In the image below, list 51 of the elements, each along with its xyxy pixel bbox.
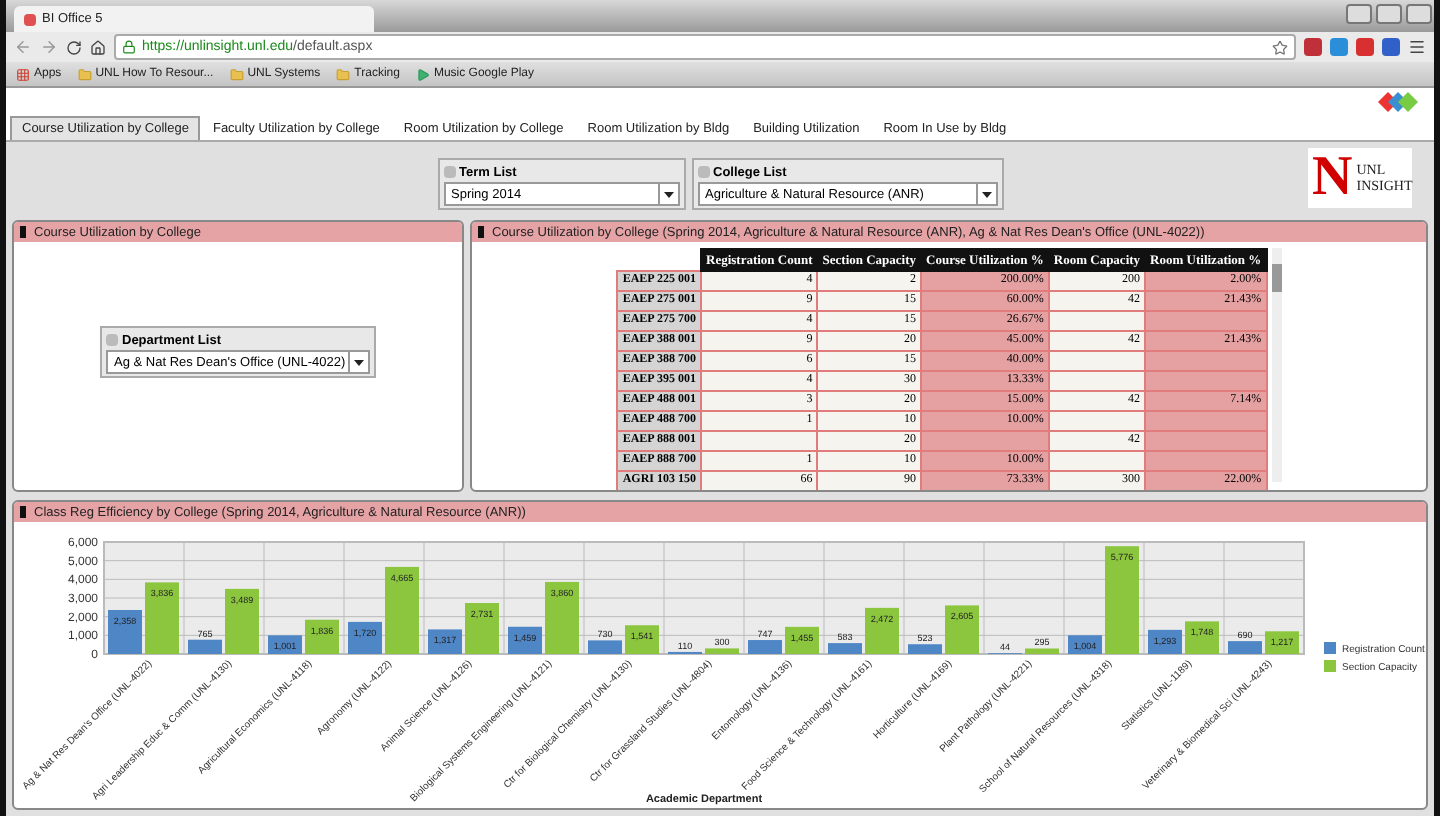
bookmark-star-icon[interactable]	[1272, 39, 1288, 55]
bar	[828, 643, 862, 654]
list-icon	[106, 334, 118, 346]
bar	[1228, 641, 1262, 654]
caret-icon	[663, 191, 673, 197]
bar	[145, 582, 179, 654]
bar	[705, 648, 739, 654]
reload-icon[interactable]	[66, 39, 82, 55]
list-icon	[443, 166, 455, 178]
lock-icon	[122, 40, 136, 54]
bar	[268, 635, 302, 654]
play-icon	[415, 67, 430, 81]
bar	[1265, 631, 1299, 654]
bar	[545, 581, 579, 654]
bar	[1185, 621, 1219, 654]
bar	[945, 605, 979, 654]
bar	[108, 610, 142, 654]
bar	[1068, 635, 1102, 654]
bar	[385, 566, 419, 654]
bar	[305, 619, 339, 654]
bar	[1148, 629, 1182, 654]
menu-icon[interactable]	[1408, 38, 1426, 56]
caret-icon	[981, 191, 991, 197]
bar	[465, 603, 499, 654]
list-icon	[697, 166, 709, 178]
bar	[785, 626, 819, 654]
folder-icon	[77, 67, 92, 81]
panel-marker-icon	[478, 226, 484, 238]
bar	[225, 588, 259, 654]
bar	[508, 626, 542, 654]
back-icon[interactable]	[14, 38, 32, 56]
bar	[348, 621, 382, 654]
favicon-icon	[24, 13, 36, 25]
bar	[428, 629, 462, 654]
bar	[908, 644, 942, 654]
bar	[748, 640, 782, 654]
home-icon[interactable]	[90, 39, 106, 55]
folder-icon	[336, 67, 351, 81]
bar	[588, 640, 622, 654]
bar	[1025, 648, 1059, 654]
folder-icon	[229, 67, 244, 81]
bar	[625, 625, 659, 654]
bar	[865, 607, 899, 654]
panel-marker-icon	[20, 506, 26, 518]
bar	[1105, 546, 1139, 654]
diamond-logo-icon	[1378, 90, 1418, 114]
panel-marker-icon	[20, 226, 26, 238]
caret-icon	[354, 359, 364, 365]
apps-grid-icon	[16, 67, 30, 81]
forward-icon[interactable]	[40, 38, 58, 56]
scrollbar[interactable]	[1271, 248, 1282, 482]
